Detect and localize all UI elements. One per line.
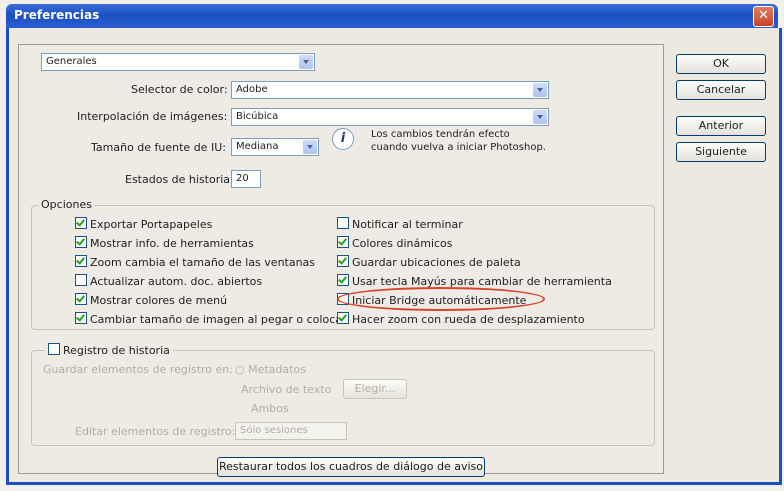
choose-button: Elegir... xyxy=(343,379,407,399)
option-label: Cambiar tamaño de imagen al pegar o colo… xyxy=(90,313,347,326)
option-label: Mostrar colores de menú xyxy=(90,294,228,307)
option-label: Actualizar autom. doc. abiertos xyxy=(90,275,263,288)
color-selector-value: Adobe xyxy=(236,84,268,95)
history-both-option: Ambos xyxy=(251,402,289,415)
chevron-down-icon[interactable] xyxy=(303,140,317,154)
interpolation-select[interactable]: Bicúbica xyxy=(231,108,549,126)
option-checkbox[interactable]: Hacer zoom con rueda de desplazamiento xyxy=(337,312,585,326)
checkbox-checked-icon[interactable] xyxy=(75,236,87,248)
category-select[interactable]: Generales xyxy=(41,53,315,71)
checkbox-checked-icon[interactable] xyxy=(75,293,87,305)
options-title: Opciones xyxy=(39,198,94,211)
preferences-dialog: Preferencias ✕ Generales Selector de col… xyxy=(0,0,784,491)
preferences-panel: Generales Selector de color: Adobe Inter… xyxy=(18,44,664,477)
option-checkbox[interactable]: Actualizar autom. doc. abiertos xyxy=(75,274,262,288)
history-metadata-label: Metadatos xyxy=(248,363,306,376)
history-log-checkbox[interactable]: Registro de historia xyxy=(45,343,173,357)
option-checkbox[interactable]: Mostrar colores de menú xyxy=(75,293,227,307)
interpolation-label: Interpolación de imágenes: xyxy=(77,110,228,123)
option-checkbox[interactable]: Usar tecla Mayús para cambiar de herrami… xyxy=(337,274,612,288)
info-note-line1: Los cambios tendrán efecto xyxy=(371,129,510,140)
reset-warnings-button[interactable]: Restaurar todos los cuadros de diálogo d… xyxy=(217,457,485,477)
option-checkbox[interactable]: Colores dinámicos xyxy=(337,236,453,250)
history-states-input[interactable]: 20 xyxy=(231,170,261,188)
history-edit-label: Editar elementos de registro: xyxy=(75,425,236,438)
option-checkbox[interactable]: Cambiar tamaño de imagen al pegar o colo… xyxy=(75,312,347,326)
option-label: Usar tecla Mayús para cambiar de herrami… xyxy=(352,275,612,288)
ok-button[interactable]: OK xyxy=(676,54,766,74)
history-edit-select: Sólo sesiones xyxy=(235,422,347,440)
checkbox-checked-icon[interactable] xyxy=(75,255,87,267)
checkbox-checked-icon[interactable] xyxy=(337,236,349,248)
history-states-label: Estados de historia: xyxy=(125,173,234,186)
previous-button[interactable]: Anterior xyxy=(676,116,766,136)
option-label: Colores dinámicos xyxy=(352,237,453,250)
ui-font-size-value: Mediana xyxy=(236,141,279,152)
option-label: Guardar ubicaciones de paleta xyxy=(352,256,521,269)
option-checkbox[interactable]: Guardar ubicaciones de paleta xyxy=(337,255,521,269)
ui-font-size-select[interactable]: Mediana xyxy=(231,138,319,156)
close-icon[interactable]: ✕ xyxy=(753,6,774,27)
highlight-oval xyxy=(337,287,545,311)
checkbox-checked-icon[interactable] xyxy=(337,274,349,286)
interpolation-value: Bicúbica xyxy=(236,111,279,122)
title-bar: Preferencias ✕ xyxy=(6,4,778,28)
history-save-label: Guardar elementos de registro en: xyxy=(43,363,233,376)
checkbox-checked-icon[interactable] xyxy=(337,255,349,267)
option-checkbox[interactable]: Notificar al terminar xyxy=(337,217,463,231)
option-checkbox[interactable]: Mostrar info. de herramientas xyxy=(75,236,254,250)
info-icon: i xyxy=(332,128,354,150)
color-selector-select[interactable]: Adobe xyxy=(231,81,549,99)
checkbox-checked-icon[interactable] xyxy=(75,217,87,229)
option-label: Exportar Portapapeles xyxy=(90,218,213,231)
checkbox-checked-icon[interactable] xyxy=(337,312,349,324)
option-checkbox[interactable]: Zoom cambia el tamaño de las ventanas xyxy=(75,255,315,269)
checkbox-empty-icon[interactable] xyxy=(75,274,87,286)
next-button[interactable]: Siguiente xyxy=(676,142,766,162)
dialog-title: Preferencias xyxy=(14,8,100,22)
history-textfile-option: Archivo de texto xyxy=(241,383,332,396)
history-log-title: Registro de historia xyxy=(63,344,170,357)
option-label: Zoom cambia el tamaño de las ventanas xyxy=(90,256,316,269)
history-metadata-option: ○ Metadatos xyxy=(235,363,306,376)
checkbox-empty-icon[interactable] xyxy=(337,217,349,229)
option-label: Hacer zoom con rueda de desplazamiento xyxy=(352,313,585,326)
color-selector-label: Selector de color: xyxy=(131,83,228,96)
info-note-line2: cuando vuelva a iniciar Photoshop. xyxy=(371,142,546,153)
option-label: Notificar al terminar xyxy=(352,218,463,231)
ui-font-size-label: Tamaño de fuente de IU: xyxy=(91,141,226,154)
chevron-down-icon[interactable] xyxy=(533,110,547,124)
option-checkbox[interactable]: Exportar Portapapeles xyxy=(75,217,212,231)
chevron-down-icon[interactable] xyxy=(533,83,547,97)
checkbox-checked-icon[interactable] xyxy=(75,312,87,324)
cancel-button[interactable]: Cancelar xyxy=(676,80,766,100)
history-log-box[interactable] xyxy=(48,343,60,355)
category-value: Generales xyxy=(46,56,97,67)
chevron-down-icon[interactable] xyxy=(299,55,313,69)
option-label: Mostrar info. de herramientas xyxy=(90,237,254,250)
